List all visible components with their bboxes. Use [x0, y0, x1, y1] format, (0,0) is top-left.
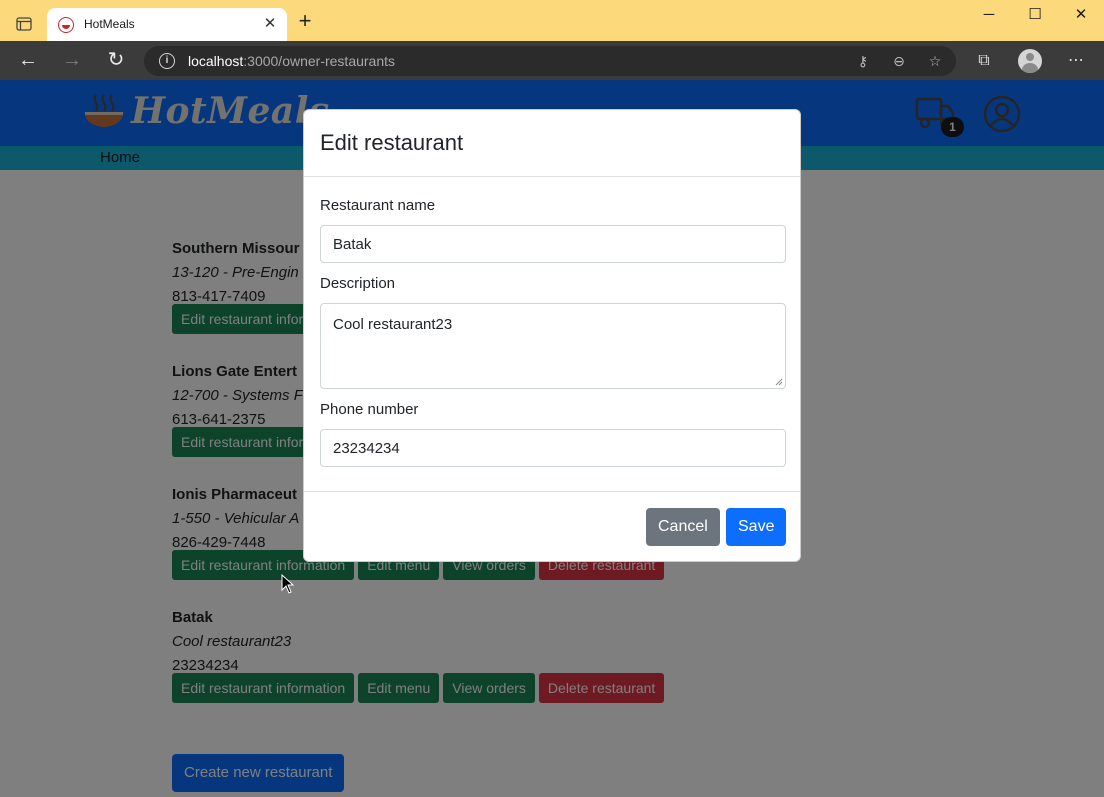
phone-number-input[interactable]	[320, 429, 786, 467]
site-info-icon[interactable]: i	[159, 53, 175, 69]
tab-close-icon[interactable]: ✕	[261, 15, 279, 33]
modal-header: Edit restaurant	[304, 110, 800, 177]
edit-restaurant-modal: Edit restaurant Restaurant name Descript…	[303, 109, 801, 562]
restaurant-name-input[interactable]	[320, 225, 786, 263]
description-textarea[interactable]: Cool restaurant23	[320, 303, 786, 389]
resize-grip-icon[interactable]	[775, 378, 783, 386]
zoom-out-icon[interactable]: ⊖	[890, 52, 908, 70]
window-close-icon[interactable]: ✕	[1058, 0, 1104, 30]
description-label: Description	[320, 275, 396, 292]
browser-titlebar: HotMeals ✕ + ─ ☐ ✕	[0, 0, 1104, 41]
minimize-icon[interactable]: ─	[966, 0, 1012, 30]
phone-number-label: Phone number	[320, 401, 419, 418]
description-value: Cool restaurant23	[333, 316, 453, 333]
restaurant-name-label: Restaurant name	[320, 197, 436, 214]
tab-actions-icon[interactable]	[12, 12, 36, 36]
browser-toolbar: ← → ↻ i localhost:3000/owner-restaurants…	[0, 41, 1104, 80]
key-icon[interactable]: ⚷	[854, 52, 872, 70]
back-icon[interactable]: ←	[14, 47, 42, 75]
favorite-star-icon[interactable]: ☆	[926, 52, 944, 70]
hotmeals-favicon-icon	[58, 17, 74, 33]
new-tab-icon[interactable]: +	[294, 10, 316, 33]
collections-icon[interactable]: ⧉	[972, 49, 996, 73]
cancel-button[interactable]: Cancel	[646, 508, 720, 546]
tab-title: HotMeals	[84, 17, 135, 31]
address-bar[interactable]: i localhost:3000/owner-restaurants ⚷ ⊖ ☆	[144, 46, 956, 76]
forward-icon[interactable]: →	[58, 47, 86, 75]
browser-tab[interactable]: HotMeals ✕	[47, 8, 287, 41]
modal-title: Edit restaurant	[320, 130, 464, 155]
modal-footer: Cancel Save	[304, 491, 800, 561]
profile-avatar[interactable]	[1018, 49, 1042, 73]
maximize-icon[interactable]: ☐	[1012, 0, 1058, 30]
save-button[interactable]: Save	[726, 508, 787, 546]
more-menu-icon[interactable]: ⋯	[1064, 49, 1088, 73]
mouse-cursor-icon	[281, 574, 295, 594]
url-text: localhost:3000/owner-restaurants	[188, 53, 396, 69]
refresh-icon[interactable]: ↻	[102, 47, 130, 75]
